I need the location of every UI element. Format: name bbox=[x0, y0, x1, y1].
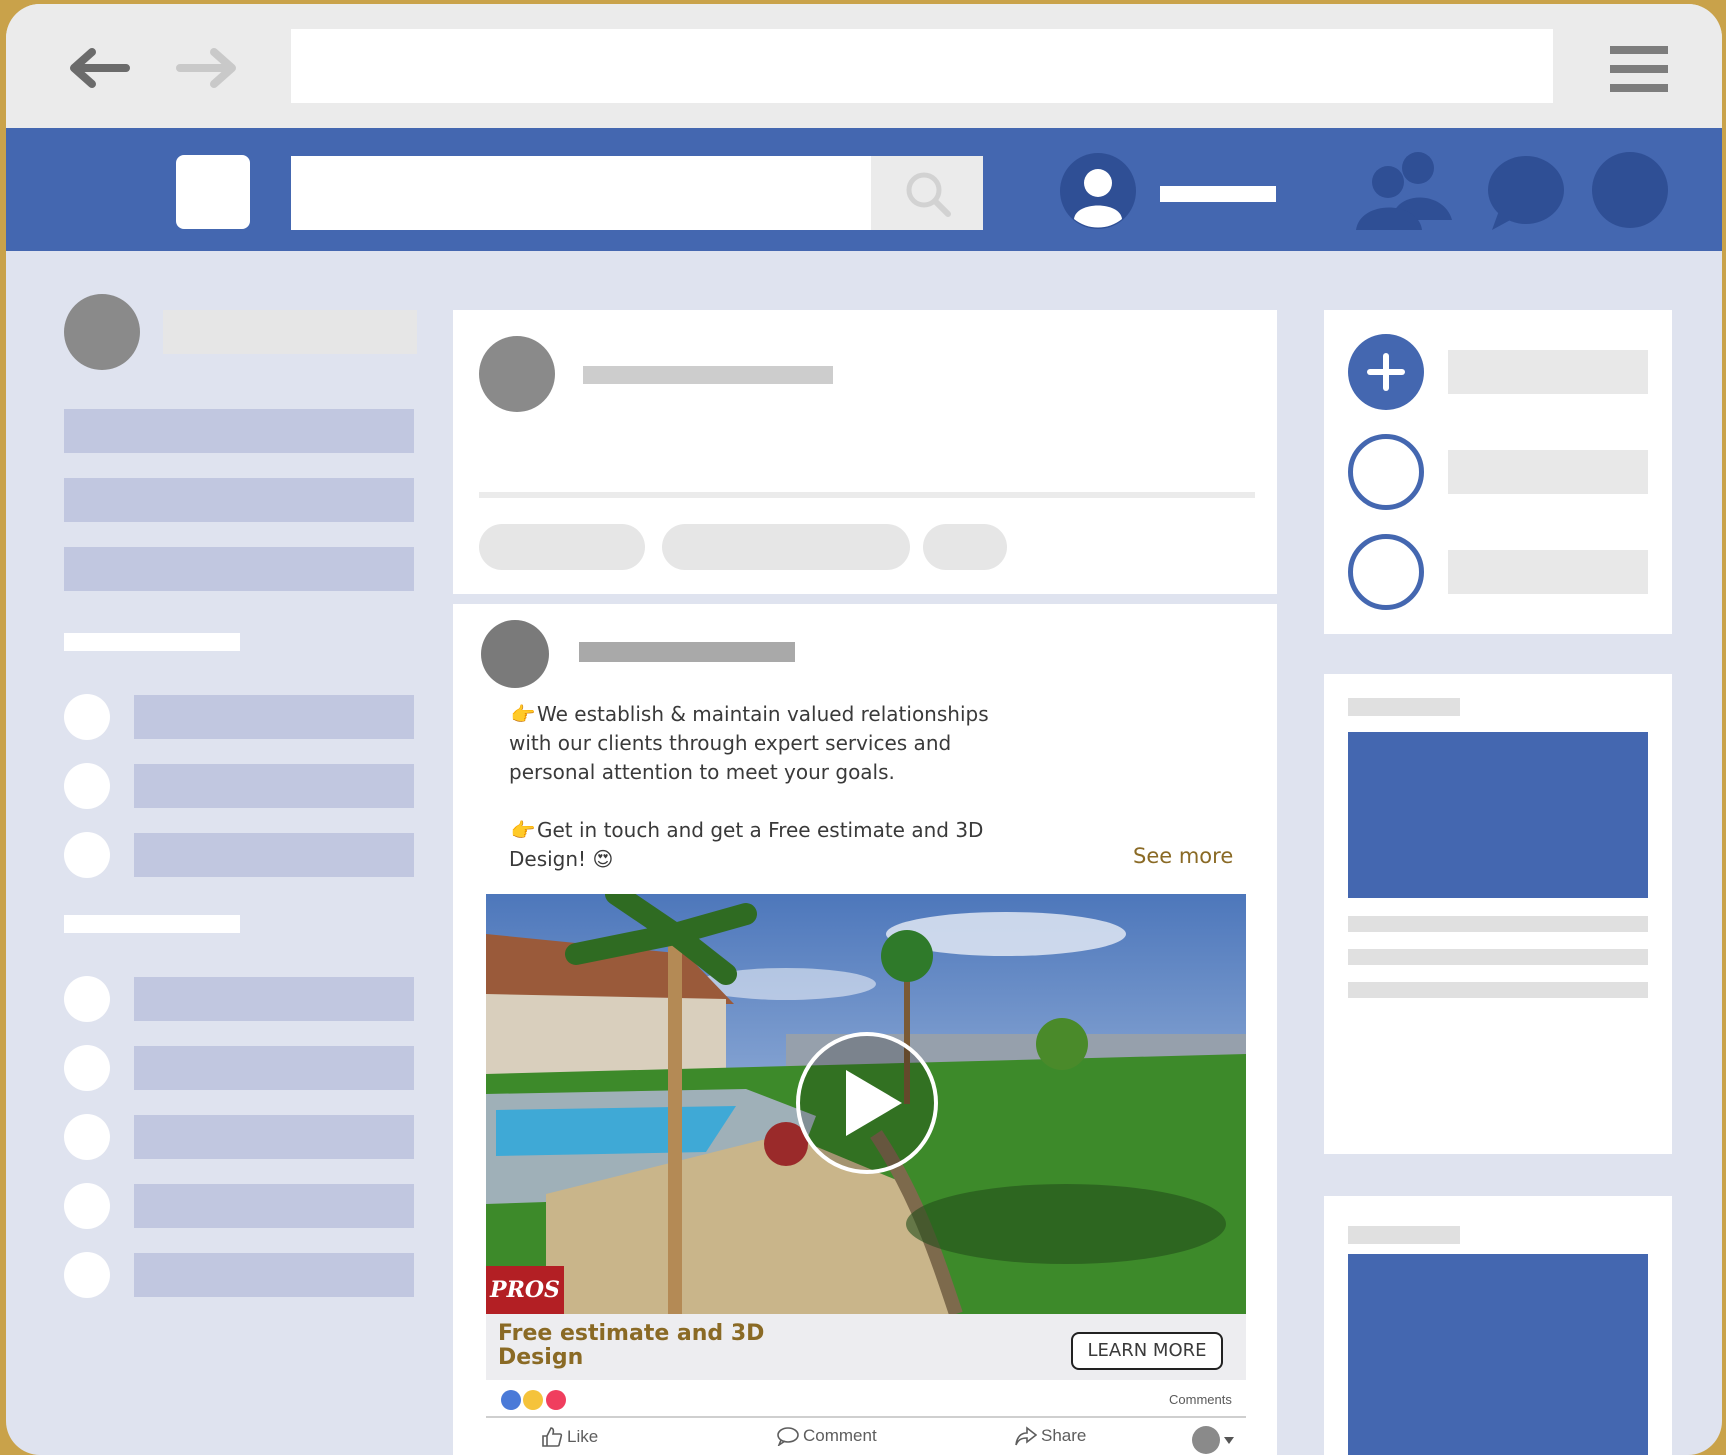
divider bbox=[479, 492, 1255, 498]
friends-icon[interactable] bbox=[1352, 150, 1456, 230]
avatar[interactable] bbox=[64, 294, 140, 370]
search-button[interactable] bbox=[871, 156, 983, 230]
shortcut-icon bbox=[64, 832, 110, 878]
sidebar-section-heading bbox=[64, 915, 240, 933]
heart-eyes-emoji-icon: 😍 bbox=[592, 847, 614, 871]
chat-bubble-icon[interactable] bbox=[1484, 152, 1566, 232]
sidebar-item[interactable] bbox=[64, 409, 414, 453]
sidebar-item[interactable] bbox=[64, 547, 414, 591]
comment-label: Comment bbox=[803, 1426, 877, 1445]
learn-more-button[interactable]: LEARN MORE bbox=[1071, 1332, 1223, 1370]
browser-toolbar bbox=[6, 4, 1722, 128]
text-line bbox=[1348, 916, 1648, 932]
play-button[interactable] bbox=[796, 1032, 938, 1174]
wow-reaction-icon bbox=[523, 1390, 544, 1410]
cta-headline[interactable]: Free estimate and 3D Design bbox=[498, 1322, 798, 1370]
shortcut-icon bbox=[64, 694, 110, 740]
app-logo[interactable] bbox=[176, 155, 250, 229]
shortcut-label[interactable] bbox=[1448, 450, 1648, 494]
shortcut-label[interactable] bbox=[1448, 550, 1648, 594]
shortcut-icon bbox=[64, 1183, 110, 1229]
sidebar-shortcut[interactable] bbox=[134, 1115, 414, 1159]
post-text-line: Get in touch and get a Free estimate and… bbox=[509, 818, 984, 871]
sidebar-shortcut[interactable] bbox=[134, 695, 414, 739]
notifications-icon[interactable] bbox=[1592, 152, 1668, 228]
sidebar-shortcut[interactable] bbox=[134, 833, 414, 877]
composer-option-button[interactable] bbox=[479, 524, 645, 570]
forward-arrow-icon[interactable] bbox=[176, 46, 242, 90]
shortcuts-card bbox=[1324, 310, 1672, 634]
text-line bbox=[1348, 949, 1648, 965]
back-arrow-icon[interactable] bbox=[64, 46, 130, 90]
comment-button[interactable]: Comment bbox=[777, 1426, 877, 1446]
ring-icon[interactable] bbox=[1348, 434, 1424, 510]
like-button[interactable]: Like bbox=[541, 1426, 598, 1448]
ad-image[interactable] bbox=[1348, 1254, 1648, 1455]
card-heading bbox=[1348, 1226, 1460, 1244]
shortcut-label[interactable] bbox=[1448, 350, 1648, 394]
profile-name[interactable] bbox=[1160, 186, 1276, 202]
add-button[interactable] bbox=[1348, 334, 1424, 410]
card-heading bbox=[1348, 698, 1460, 716]
address-bar[interactable] bbox=[291, 29, 1553, 103]
post-author[interactable] bbox=[579, 642, 795, 662]
post-body: 👉We establish & maintain valued relation… bbox=[509, 700, 1029, 874]
shortcut-icon bbox=[64, 763, 110, 809]
search-icon bbox=[906, 172, 951, 217]
composer-option-button[interactable] bbox=[923, 524, 1007, 570]
avatar bbox=[479, 336, 555, 412]
shortcut-icon bbox=[64, 1252, 110, 1298]
ad-image[interactable] bbox=[1348, 732, 1648, 898]
plus-icon bbox=[1367, 353, 1405, 391]
love-reaction-icon bbox=[545, 1390, 566, 1410]
divider bbox=[486, 1416, 1246, 1418]
profile-icon[interactable] bbox=[1060, 153, 1136, 229]
shortcut-icon bbox=[64, 1114, 110, 1160]
sidebar-item[interactable] bbox=[64, 478, 414, 522]
feed-post: 👉We establish & maintain valued relation… bbox=[453, 604, 1277, 1455]
sponsored-card bbox=[1324, 674, 1672, 1154]
user-name-placeholder[interactable] bbox=[163, 310, 417, 354]
composer-option-button[interactable] bbox=[662, 524, 910, 570]
shortcut-icon bbox=[64, 976, 110, 1022]
share-icon bbox=[1015, 1426, 1037, 1446]
audience-selector[interactable] bbox=[1192, 1426, 1220, 1454]
browser-window: 👉We establish & maintain valued relation… bbox=[6, 4, 1722, 1455]
thumbs-up-icon bbox=[542, 1427, 563, 1447]
sidebar-shortcut[interactable] bbox=[134, 1184, 414, 1228]
comments-count-link[interactable]: Comments bbox=[1169, 1392, 1232, 1407]
sidebar-section-heading bbox=[64, 633, 240, 651]
pointing-hand-icon: 👉 bbox=[510, 818, 536, 842]
sponsored-card bbox=[1324, 1196, 1672, 1455]
caret-down-icon[interactable] bbox=[1224, 1437, 1234, 1444]
sidebar-shortcut[interactable] bbox=[134, 1046, 414, 1090]
reaction-summary[interactable] bbox=[501, 1390, 566, 1412]
search-input[interactable] bbox=[291, 156, 871, 230]
like-reaction-icon bbox=[501, 1390, 521, 1410]
avatar[interactable] bbox=[481, 620, 549, 688]
sidebar-shortcut[interactable] bbox=[134, 1253, 414, 1297]
brand-logo: PROS bbox=[486, 1266, 564, 1314]
app-header bbox=[6, 128, 1722, 251]
call-to-action-bar: Free estimate and 3D Design LEARN MORE bbox=[486, 1314, 1246, 1380]
ring-icon[interactable] bbox=[1348, 534, 1424, 610]
menu-icon[interactable] bbox=[1610, 46, 1668, 92]
text-line bbox=[1348, 982, 1648, 998]
pointing-hand-icon: 👉 bbox=[510, 702, 536, 726]
like-label: Like bbox=[567, 1427, 599, 1446]
post-composer bbox=[453, 310, 1277, 594]
post-text-line: We establish & maintain valued relations… bbox=[509, 702, 989, 784]
sidebar-shortcut[interactable] bbox=[134, 764, 414, 808]
play-icon bbox=[846, 1070, 902, 1136]
sidebar-shortcut[interactable] bbox=[134, 977, 414, 1021]
video-player[interactable]: PROS bbox=[486, 894, 1246, 1314]
share-button[interactable]: Share bbox=[1015, 1426, 1086, 1446]
share-label: Share bbox=[1041, 1426, 1087, 1445]
see-more-link[interactable]: See more bbox=[1133, 844, 1233, 868]
shortcut-icon bbox=[64, 1045, 110, 1091]
composer-prompt[interactable] bbox=[583, 366, 833, 384]
comment-icon bbox=[777, 1427, 799, 1446]
